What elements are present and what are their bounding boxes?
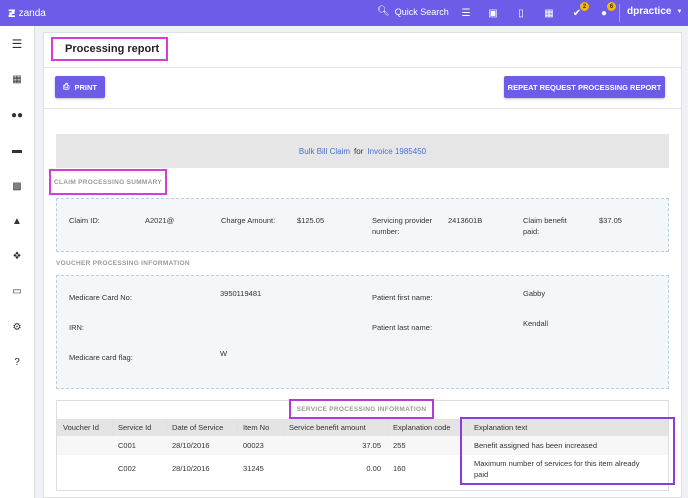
users-icon[interactable]: ●● [10,108,24,122]
processing-report-panel: Processing report ⎙ PRINT REPEAT REQUEST… [43,32,682,498]
user-menu[interactable]: dpractice ▼ [627,6,682,17]
provider-label-line-2: number: [372,227,400,236]
col-benefit-amount: Service benefit amount [289,423,366,432]
quick-search[interactable]: 🔍︎ Quick Search [377,6,449,17]
col-date-of-service: Date of Service [172,423,224,432]
cell-service-id: C001 [118,441,136,450]
charge-amount-label: Charge Amount: [221,216,276,225]
chevron-down-icon: ▼ [676,8,683,15]
cell-item-no: 31245 [243,464,264,473]
last-name-value: Kendall [523,319,549,328]
document-icon[interactable]: ▭ [10,284,24,298]
medicare-card-value: 3950119481 [220,289,262,298]
benefit-value: $37.05 [599,216,622,225]
cell-date: 28/10/2016 [172,441,210,450]
repeat-request-button[interactable]: REPEAT REQUEST PROCESSING REPORT [504,76,665,98]
bulk-bill-claim-link[interactable]: Bulk Bill Claim [299,147,350,156]
cell-date: 28/10/2016 [172,464,210,473]
col-service-id: Service Id [118,423,152,432]
report-icon[interactable]: ▩ [10,179,24,193]
print-label: PRINT [74,82,97,92]
sidebar: ☰ ▦ ●● ▬ ▩ ▲ ❖ ▭ ⚙ ? [0,26,35,498]
medicare-card-label: Medicare Card No: [69,293,132,302]
voucher-heading: VOUCHER PROCESSING INFORMATION [56,260,190,267]
calendar-icon[interactable]: ▦ [10,72,24,86]
table-row: C002 28/10/2016 31245 0.00 160 Maximum n… [57,455,668,485]
provider-label: Servicing provider number: [372,215,432,237]
first-name-label: Patient first name: [372,293,433,302]
messages-badge: 6 [607,2,616,11]
col-explanation-code: Explanation code [393,423,451,432]
topbar-divider [619,4,620,22]
divider [44,108,681,109]
cell-code: 255 [393,441,406,450]
cell-amount: 37.05 [362,441,381,450]
zanda-logo-icon: ƶ [8,5,16,21]
tasks-icon[interactable]: ✔ 2 [570,2,589,20]
medicare-flag-label: Medicare card flag: [69,353,133,362]
tasks-badge: 2 [580,2,589,11]
explanation-line-1: Maximum number of services for this item… [474,459,640,468]
cell-item-no: 00023 [243,441,264,450]
page-title: Processing report [51,37,168,61]
logo-text: zanda [18,7,46,19]
col-explanation-text: Explanation text [474,423,528,432]
cell-amount: 0.00 [366,464,381,473]
charge-amount-value: $125.05 [297,216,325,225]
clipboard-icon[interactable]: ▯ [514,6,528,20]
user-name: dpractice [627,6,672,17]
table-row: C001 28/10/2016 00023 37.05 255 Benefit … [57,436,668,455]
cell-service-id: C002 [118,464,136,473]
claim-summary-box: Claim ID: A2021@ Charge Amount: $125.05 … [56,198,669,252]
menu-icon[interactable]: ☰ [10,37,24,51]
quick-search-label: Quick Search [394,6,449,17]
provider-value: 2413601B [448,216,483,225]
irn-label: IRN: [69,323,84,332]
voucher-box: Medicare Card No: 3950119481 Patient fir… [56,275,669,389]
top-bar: ƶ zanda 🔍︎ Quick Search ☰ ▣ ▯ ▦ ✔ 2 ● 6 dp… [0,0,688,26]
messages-icon[interactable]: ● 6 [597,2,616,20]
service-heading: SERVICE PROCESSING INFORMATION [289,399,434,419]
col-voucher-id: Voucher Id [63,423,99,432]
help-icon[interactable]: ? [10,355,24,369]
print-button[interactable]: ⎙ PRINT [55,76,105,98]
col-item-no: Item No [243,423,270,432]
settings-icon[interactable]: ⚙ [10,320,24,334]
broadcast-icon[interactable]: ☰ [459,6,473,20]
claim-id-value: A2021@ [145,216,175,225]
cell-explanation-text: Maximum number of services for this item… [474,458,639,480]
claim-id-label: Claim ID: [69,216,100,225]
benefit-label-line-1: Claim benefit [523,216,567,225]
wrench-icon[interactable]: ❖ [10,249,24,263]
medicare-flag-value: W [220,349,228,358]
banner-connector: for [354,146,364,156]
cell-code: 160 [393,464,406,473]
claim-banner: Bulk Bill Claim for Invoice 1985450 [56,134,669,168]
explanation-line-2: paid [474,470,489,479]
divider [44,67,681,68]
provider-label-line-1: Servicing provider [372,216,433,225]
calendar-icon[interactable]: ▦ [542,6,556,20]
benefit-label: Claim benefit paid: [523,215,567,237]
logo[interactable]: ƶ zanda [8,6,46,21]
benefit-label-line-2: paid: [523,227,540,236]
last-name-label: Patient last name: [372,323,433,332]
image-icon[interactable]: ▣ [486,6,500,20]
claim-summary-heading: CLAIM PROCESSING SUMMARY [49,169,167,195]
cell-explanation-text: Benefit assigned has been increased [474,441,598,450]
printer-icon: ⎙ [63,82,70,91]
first-name-value: Gabby [523,289,546,298]
search-icon: 🔍︎ [377,6,390,17]
chart-icon[interactable]: ▲ [10,214,24,228]
table-header: Voucher Id Service Id Date of Service It… [57,419,668,436]
invoice-link[interactable]: Invoice 1985450 [367,147,426,156]
card-icon[interactable]: ▬ [10,143,24,157]
